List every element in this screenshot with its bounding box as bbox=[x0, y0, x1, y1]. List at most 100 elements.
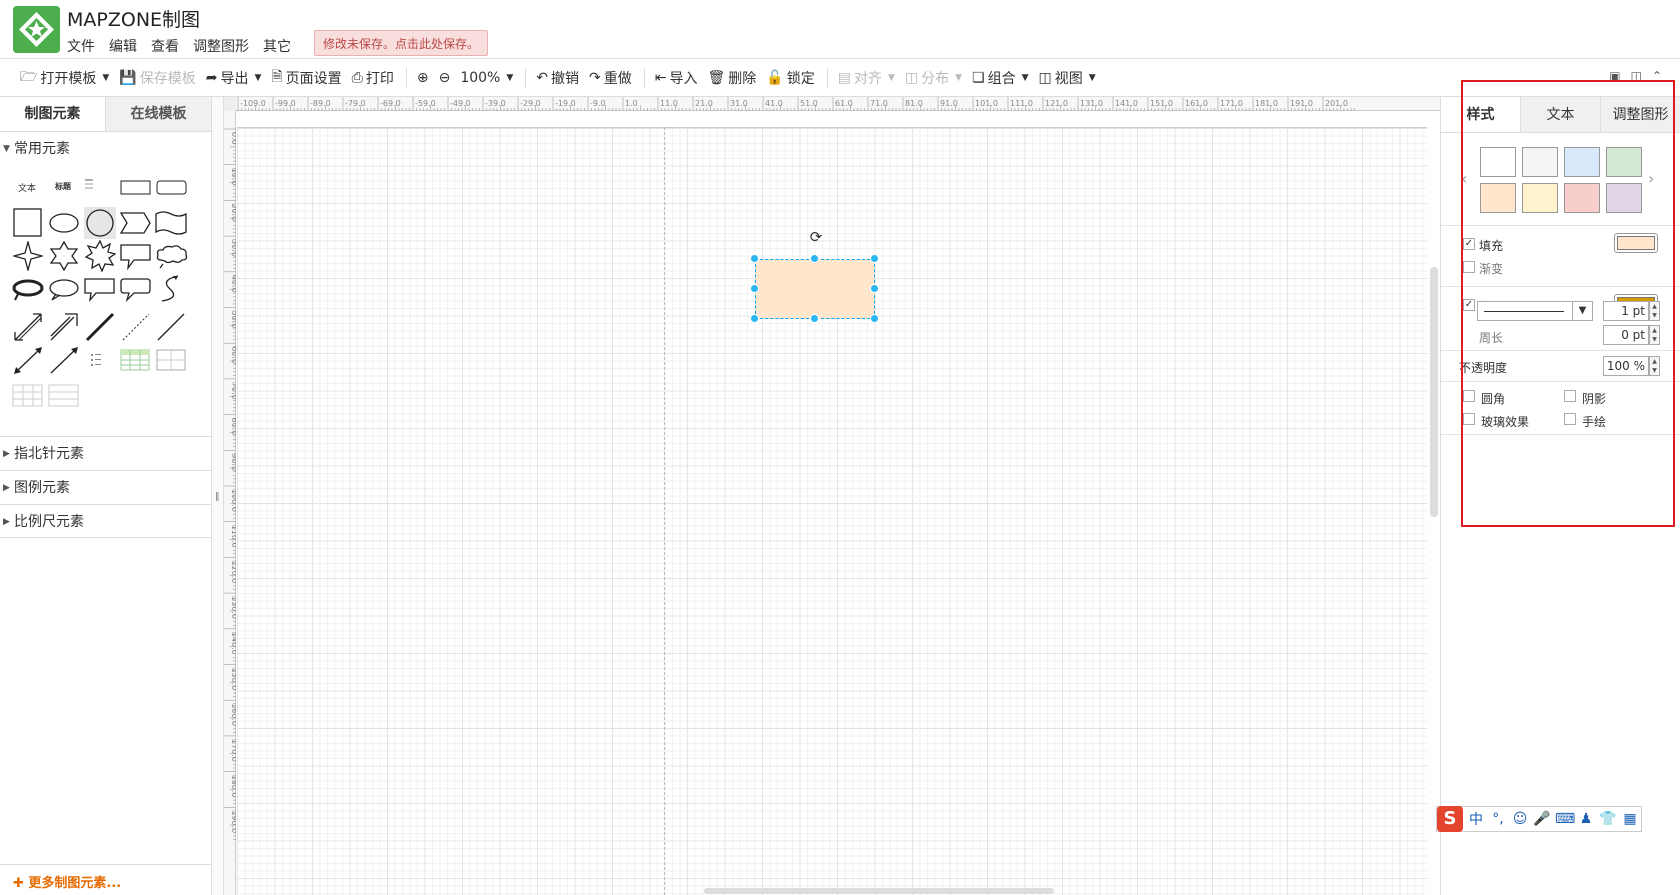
save-template-button[interactable]: 💾 保存模板 bbox=[119, 68, 195, 88]
canvas-grid[interactable] bbox=[237, 127, 1427, 895]
import-button[interactable]: ⇤ 导入 bbox=[655, 68, 698, 88]
shape-line-bold[interactable] bbox=[84, 311, 116, 343]
shape-rectangle-small[interactable] bbox=[120, 180, 152, 196]
undo-button[interactable]: ↶ 撤销 bbox=[536, 68, 579, 88]
shape-star4[interactable] bbox=[13, 241, 43, 271]
shape-speech-oval[interactable] bbox=[48, 278, 80, 302]
shape-table-green[interactable] bbox=[120, 349, 150, 371]
page-setup-button[interactable]: 🗎 页面设置 bbox=[271, 66, 341, 90]
export-button[interactable]: ➦ 导出 ▼ bbox=[206, 68, 262, 88]
swatch-red[interactable] bbox=[1564, 183, 1600, 213]
shape-rounded-rectangle[interactable] bbox=[156, 180, 188, 196]
vertical-scrollbar[interactable] bbox=[1430, 267, 1438, 517]
user-icon[interactable]: ♟ bbox=[1577, 811, 1595, 827]
shape-double-arrow[interactable] bbox=[12, 311, 44, 343]
panel-toggle-icon[interactable]: ◫ bbox=[1631, 69, 1642, 83]
line-width-stepper[interactable]: ▲ ▼ bbox=[1649, 301, 1660, 321]
microphone-icon[interactable]: 🎤 bbox=[1533, 811, 1551, 827]
keyboard-icon[interactable]: ⌨ bbox=[1555, 811, 1575, 827]
zoom-in-button[interactable]: ⊕ bbox=[417, 70, 429, 86]
section-scale-bar[interactable]: ▶ 比例尺元素 bbox=[0, 504, 211, 538]
shape-callout-rect[interactable] bbox=[120, 244, 152, 270]
group-button[interactable]: ❏ 组合 ▼ bbox=[972, 68, 1028, 88]
perimeter-input[interactable]: 0 pt bbox=[1603, 325, 1649, 345]
zoom-level-dropdown[interactable]: 100% ▼ bbox=[460, 70, 513, 86]
view-button[interactable]: ◫ 视图 ▼ bbox=[1039, 68, 1096, 88]
swatch-blue[interactable] bbox=[1564, 147, 1600, 177]
swatch-purple[interactable] bbox=[1606, 183, 1642, 213]
zoom-out-button[interactable]: ⊖ bbox=[439, 70, 451, 86]
line-width-input[interactable]: 1 pt bbox=[1603, 301, 1649, 321]
delete-button[interactable]: 🗑 删除 bbox=[707, 68, 756, 88]
shape-grid-table[interactable] bbox=[12, 384, 44, 408]
tab-drawing-elements[interactable]: 制图元素 bbox=[0, 97, 106, 131]
shape-text[interactable]: 文本 bbox=[18, 181, 36, 194]
tab-style[interactable]: 样式 bbox=[1441, 97, 1521, 132]
emoji-icon[interactable]: ☺ bbox=[1511, 811, 1529, 827]
shape-heading[interactable]: 标题 bbox=[55, 181, 71, 192]
menu-view[interactable]: 查看 bbox=[151, 36, 179, 56]
shape-list[interactable] bbox=[89, 352, 103, 368]
swatch-green[interactable] bbox=[1606, 147, 1642, 177]
distribute-button[interactable]: ◫ 分布 ▼ bbox=[905, 68, 962, 88]
opacity-input[interactable]: 100 % bbox=[1603, 356, 1649, 376]
resize-handle-n[interactable] bbox=[810, 254, 819, 263]
shape-table[interactable] bbox=[156, 349, 186, 371]
section-common-elements[interactable]: ▼ 常用元素 bbox=[0, 132, 211, 166]
tab-arrange[interactable]: 调整图形 bbox=[1601, 97, 1680, 132]
resize-handle-nw[interactable] bbox=[750, 254, 759, 263]
shape-star6[interactable] bbox=[48, 241, 80, 271]
align-button[interactable]: ▤ 对齐 ▼ bbox=[838, 68, 895, 88]
perimeter-stepper[interactable]: ▲ ▼ bbox=[1649, 325, 1660, 345]
shape-step[interactable] bbox=[120, 212, 152, 234]
resize-handle-w[interactable] bbox=[750, 284, 759, 293]
menu-other[interactable]: 其它 bbox=[263, 36, 291, 56]
glass-checkbox[interactable] bbox=[1463, 413, 1475, 425]
shape-cloud-callout[interactable] bbox=[155, 244, 189, 270]
rounded-checkbox[interactable] bbox=[1463, 390, 1475, 402]
lock-button[interactable]: 🔓 锁定 bbox=[766, 68, 814, 88]
line-style-select[interactable]: ▼ bbox=[1477, 301, 1593, 321]
grid-menu-icon[interactable]: ▦ bbox=[1621, 811, 1639, 827]
shape-textblock[interactable] bbox=[84, 177, 94, 191]
chevron-right-icon[interactable]: › bbox=[1648, 169, 1654, 188]
swatch-gray[interactable] bbox=[1522, 147, 1558, 177]
shape-tape[interactable] bbox=[155, 210, 187, 236]
shadow-checkbox[interactable] bbox=[1564, 390, 1576, 402]
ime-mode-toggle[interactable]: 中 bbox=[1467, 809, 1485, 829]
shape-burst[interactable] bbox=[84, 240, 116, 272]
chevron-left-icon[interactable]: ‹ bbox=[1461, 169, 1467, 188]
sogou-logo-icon[interactable]: S bbox=[1437, 806, 1463, 832]
unsaved-notice-button[interactable]: 修改未保存。点击此处保存。 bbox=[314, 30, 489, 56]
shape-line-dashed[interactable] bbox=[120, 311, 152, 343]
fill-checkbox[interactable]: ✓ bbox=[1463, 238, 1475, 250]
ime-punctuation-toggle[interactable]: °, bbox=[1489, 811, 1507, 827]
shape-square[interactable] bbox=[13, 208, 43, 238]
open-template-button[interactable]: 🗁 打开模板 ▼ bbox=[20, 66, 109, 90]
menu-edit[interactable]: 编辑 bbox=[109, 36, 137, 56]
more-elements-link[interactable]: ✚ 更多制图元素... bbox=[13, 872, 121, 891]
skin-icon[interactable]: 👕 bbox=[1599, 811, 1617, 827]
section-north-arrow[interactable]: ▶ 指北针元素 bbox=[0, 436, 211, 470]
menu-arrange[interactable]: 调整图形 bbox=[193, 36, 249, 56]
redo-button[interactable]: ↷ 重做 bbox=[589, 68, 632, 88]
panel-splitter[interactable]: ‖ bbox=[212, 97, 224, 895]
gradient-checkbox[interactable] bbox=[1463, 261, 1475, 273]
fullscreen-icon[interactable]: ▣ bbox=[1609, 69, 1620, 83]
resize-handle-e[interactable] bbox=[870, 284, 879, 293]
resize-handle-sw[interactable] bbox=[750, 314, 759, 323]
swatch-orange[interactable] bbox=[1480, 183, 1516, 213]
swatch-yellow[interactable] bbox=[1522, 183, 1558, 213]
print-button[interactable]: ⎙ 打印 bbox=[352, 68, 394, 88]
shape-speech-rect[interactable] bbox=[84, 278, 116, 302]
shape-bidirectional-arrow[interactable] bbox=[12, 346, 44, 376]
drawing-canvas[interactable]: -109.0 -99.0 -89.0 -79.0 -69.0 -59.0 -49.0 -39.… bbox=[224, 97, 1440, 895]
resize-handle-ne[interactable] bbox=[870, 254, 879, 263]
shape-speech-rounded[interactable] bbox=[120, 278, 152, 302]
shape-curve[interactable] bbox=[158, 274, 184, 304]
opacity-stepper[interactable]: ▲ ▼ bbox=[1649, 356, 1660, 376]
shape-arrow-block[interactable] bbox=[48, 311, 80, 343]
collapse-icon[interactable]: ⌃ bbox=[1652, 69, 1662, 83]
shape-list-table[interactable] bbox=[48, 384, 80, 408]
fill-color-picker[interactable] bbox=[1614, 233, 1658, 253]
